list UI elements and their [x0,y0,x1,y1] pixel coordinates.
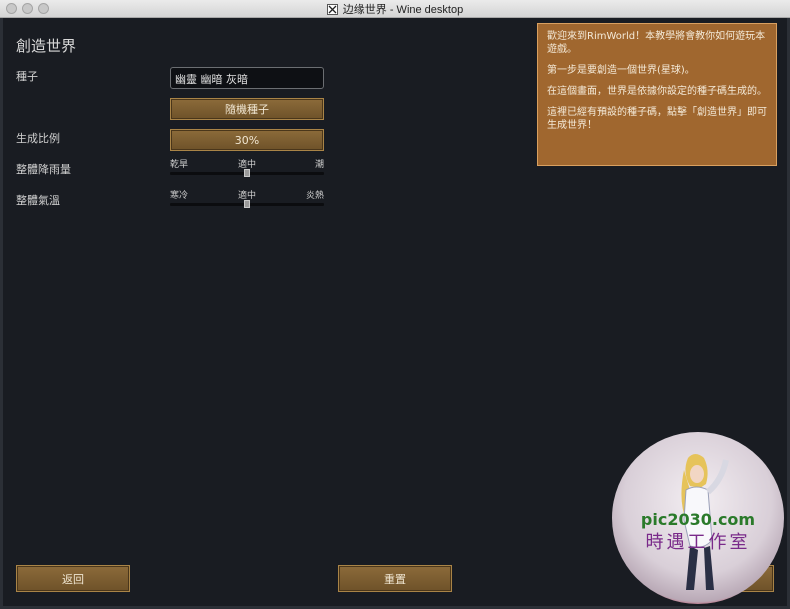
temperature-slider[interactable] [170,200,324,208]
reset-button[interactable]: 重置 [338,565,452,592]
watermark-logo: pic2030.com 時遇工作室 [612,432,784,604]
coverage-label: 生成比例 [16,132,60,145]
temperature-low-label: 寒冷 [170,191,189,201]
tutorial-paragraph: 在這個畫面，世界是依據你設定的種子碼生成的。 [547,86,767,97]
rainfall-high-label: 潮 [314,160,324,170]
coverage-button[interactable]: 30% [170,129,324,151]
rainfall-low-label: 乾旱 [170,160,189,170]
temperature-slider-handle[interactable] [244,200,250,208]
tutorial-paragraph: 第一步是要創造一個世界(星球)。 [547,65,695,76]
title-bar: 边缘世界 - Wine desktop [0,0,790,18]
rainfall-scale: 乾旱 適中 潮 [170,157,324,170]
window-title: 边缘世界 - Wine desktop [342,4,464,16]
temperature-high-label: 炎熱 [305,191,324,201]
watermark-url: pic2030.com [640,510,756,529]
rainfall-slider[interactable] [170,169,324,177]
tutorial-paragraph: 這裡已經有預設的種子碼，點擊「創造世界」即可生成世界！ [547,107,767,131]
x11-icon [326,3,338,15]
seed-input[interactable]: 幽靈 幽暗 灰暗 [170,67,324,89]
watermark-studio: 時遇工作室 [645,532,751,553]
tutorial-paragraph: 歡迎來到RimWorld！本教學將會教你如何遊玩本遊戲。 [547,31,766,55]
page-title: 創造世界 [16,37,77,55]
back-button[interactable]: 返回 [16,565,130,592]
temperature-label: 整體氣溫 [16,194,60,207]
tutorial-panel: 歡迎來到RimWorld！本教學將會教你如何遊玩本遊戲。 第一步是要創造一個世界… [537,23,777,166]
random-seed-button[interactable]: 隨機種子 [170,98,324,120]
rainfall-label: 整體降雨量 [16,163,71,176]
rainfall-slider-handle[interactable] [244,169,250,177]
temperature-scale: 寒冷 適中 炎熱 [170,188,324,201]
wine-window: 边缘世界 - Wine desktop 創造世界 種子 幽靈 幽暗 灰暗 隨機種… [0,0,790,609]
seed-label: 種子 [16,70,38,83]
